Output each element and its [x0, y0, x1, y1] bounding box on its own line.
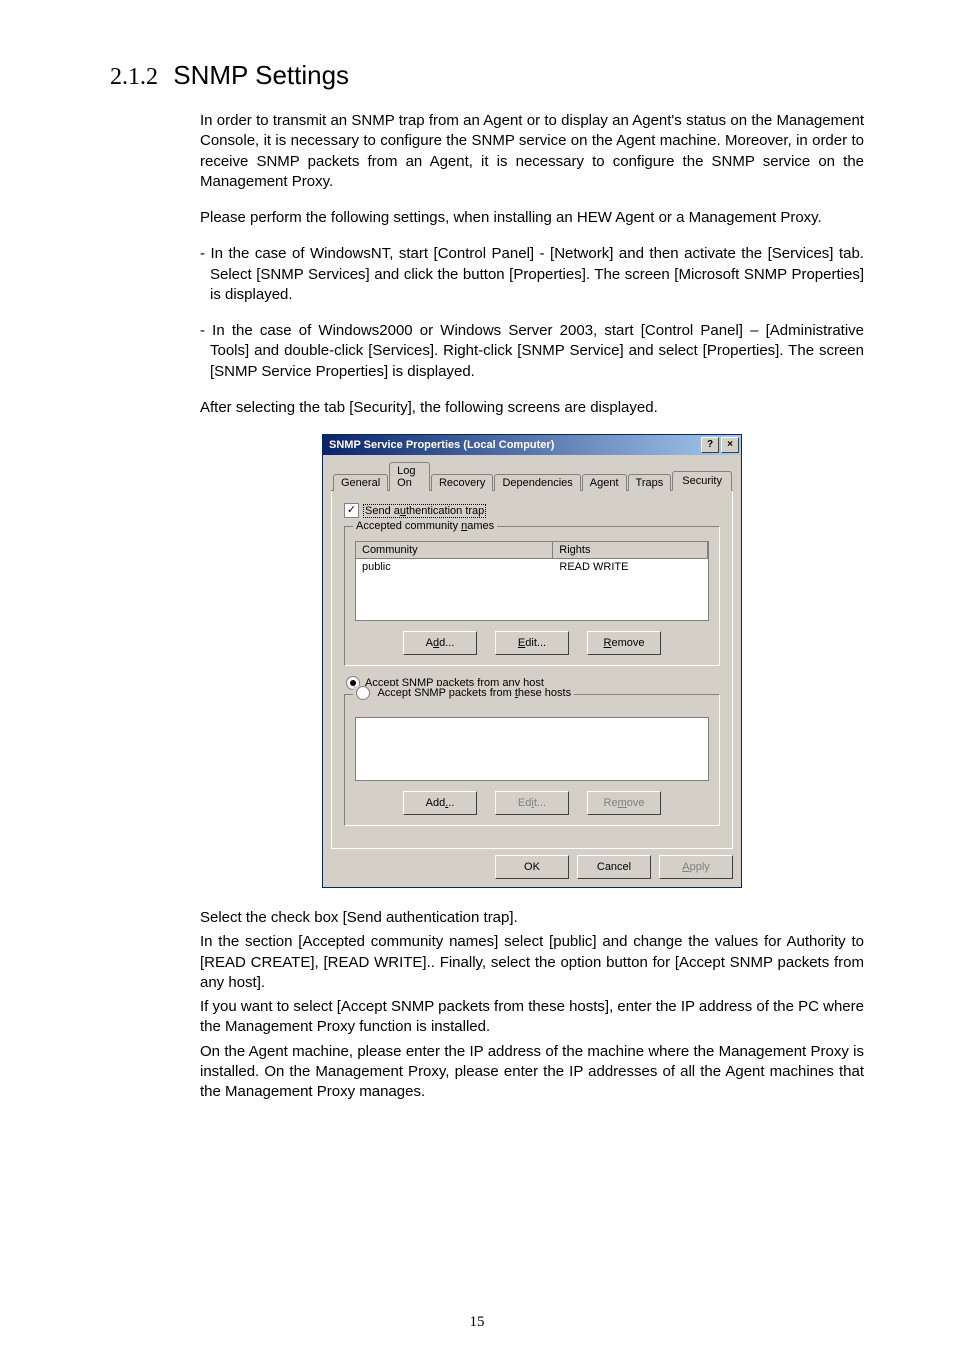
paragraph-post2: In the section [Accepted community names… — [200, 932, 864, 993]
community-remove-button[interactable]: Remove — [587, 631, 661, 655]
section-title-text: SNMP Settings — [173, 60, 349, 90]
radio-these-hosts-label: Accept SNMP packets from these hosts — [377, 687, 571, 699]
paragraph-after-select: After selecting the tab [Security], the … — [200, 398, 864, 418]
paragraph-post4: On the Agent machine, please enter the I… — [200, 1042, 864, 1103]
radio-these-hosts-dot — [356, 686, 370, 700]
security-tab-pane: ✓ Send authentication trap Accepted comm… — [331, 491, 733, 849]
accept-hosts-group: Accept SNMP packets from these hosts Add… — [344, 694, 720, 826]
tab-agent[interactable]: Agent — [582, 474, 627, 491]
community-add-button[interactable]: Add... — [403, 631, 477, 655]
paragraph-case-nt: - In the case of WindowsNT, start [Contr… — [200, 244, 864, 305]
paragraph-case-2000: - In the case of Windows2000 or Windows … — [200, 321, 864, 382]
tab-logon[interactable]: Log On — [389, 462, 430, 491]
section-heading: 2.1.2 SNMP Settings — [110, 60, 864, 91]
accepted-community-legend: Accepted community names — [353, 520, 497, 532]
dialog-title: SNMP Service Properties (Local Computer) — [329, 439, 699, 451]
help-icon: ? — [707, 440, 713, 450]
tab-security[interactable]: Security — [672, 471, 732, 491]
community-edit-button[interactable]: Edit... — [495, 631, 569, 655]
cell-community: public — [356, 559, 553, 575]
radio-these-hosts[interactable]: Accept SNMP packets from these hosts — [353, 686, 574, 700]
paragraph-post1: Select the check box [Send authenticatio… — [200, 908, 864, 928]
paragraph-post3: If you want to select [Accept SNMP packe… — [200, 997, 864, 1038]
check-icon: ✓ — [347, 505, 356, 516]
tab-dependencies[interactable]: Dependencies — [494, 474, 580, 491]
accepted-community-group: Accepted community names Community Right… — [344, 526, 720, 666]
tab-strip: General Log On Recovery Dependencies Age… — [331, 461, 733, 491]
page-number: 15 — [0, 1314, 954, 1331]
close-button[interactable]: × — [721, 437, 739, 453]
cell-rights: READ WRITE — [553, 559, 708, 575]
hosts-listbox[interactable] — [355, 717, 709, 781]
column-rights: Rights — [553, 542, 708, 558]
community-list-row[interactable]: public READ WRITE — [356, 559, 708, 575]
column-community: Community — [356, 542, 553, 558]
hosts-remove-button[interactable]: Remove — [587, 791, 661, 815]
send-auth-trap-label: Send authentication trap — [363, 504, 486, 518]
tab-recovery[interactable]: Recovery — [431, 474, 493, 491]
close-icon: × — [727, 440, 733, 450]
send-auth-trap-checkbox[interactable]: ✓ — [344, 503, 359, 518]
cancel-button[interactable]: Cancel — [577, 855, 651, 879]
paragraph-intro: In order to transmit an SNMP trap from a… — [200, 111, 864, 192]
tab-general[interactable]: General — [333, 474, 388, 491]
hosts-edit-button[interactable]: Edit... — [495, 791, 569, 815]
hosts-add-button[interactable]: Add... — [403, 791, 477, 815]
section-number: 2.1.2 — [110, 64, 158, 90]
ok-button[interactable]: OK — [495, 855, 569, 879]
community-listview[interactable]: Community Rights public READ WRITE — [355, 541, 709, 621]
dialog-titlebar: SNMP Service Properties (Local Computer)… — [323, 435, 741, 455]
apply-button[interactable]: Apply — [659, 855, 733, 879]
community-list-header: Community Rights — [356, 542, 708, 559]
snmp-properties-dialog: SNMP Service Properties (Local Computer)… — [322, 434, 742, 888]
tab-traps[interactable]: Traps — [628, 474, 672, 491]
paragraph-please: Please perform the following settings, w… — [200, 208, 864, 228]
help-button[interactable]: ? — [701, 437, 719, 453]
